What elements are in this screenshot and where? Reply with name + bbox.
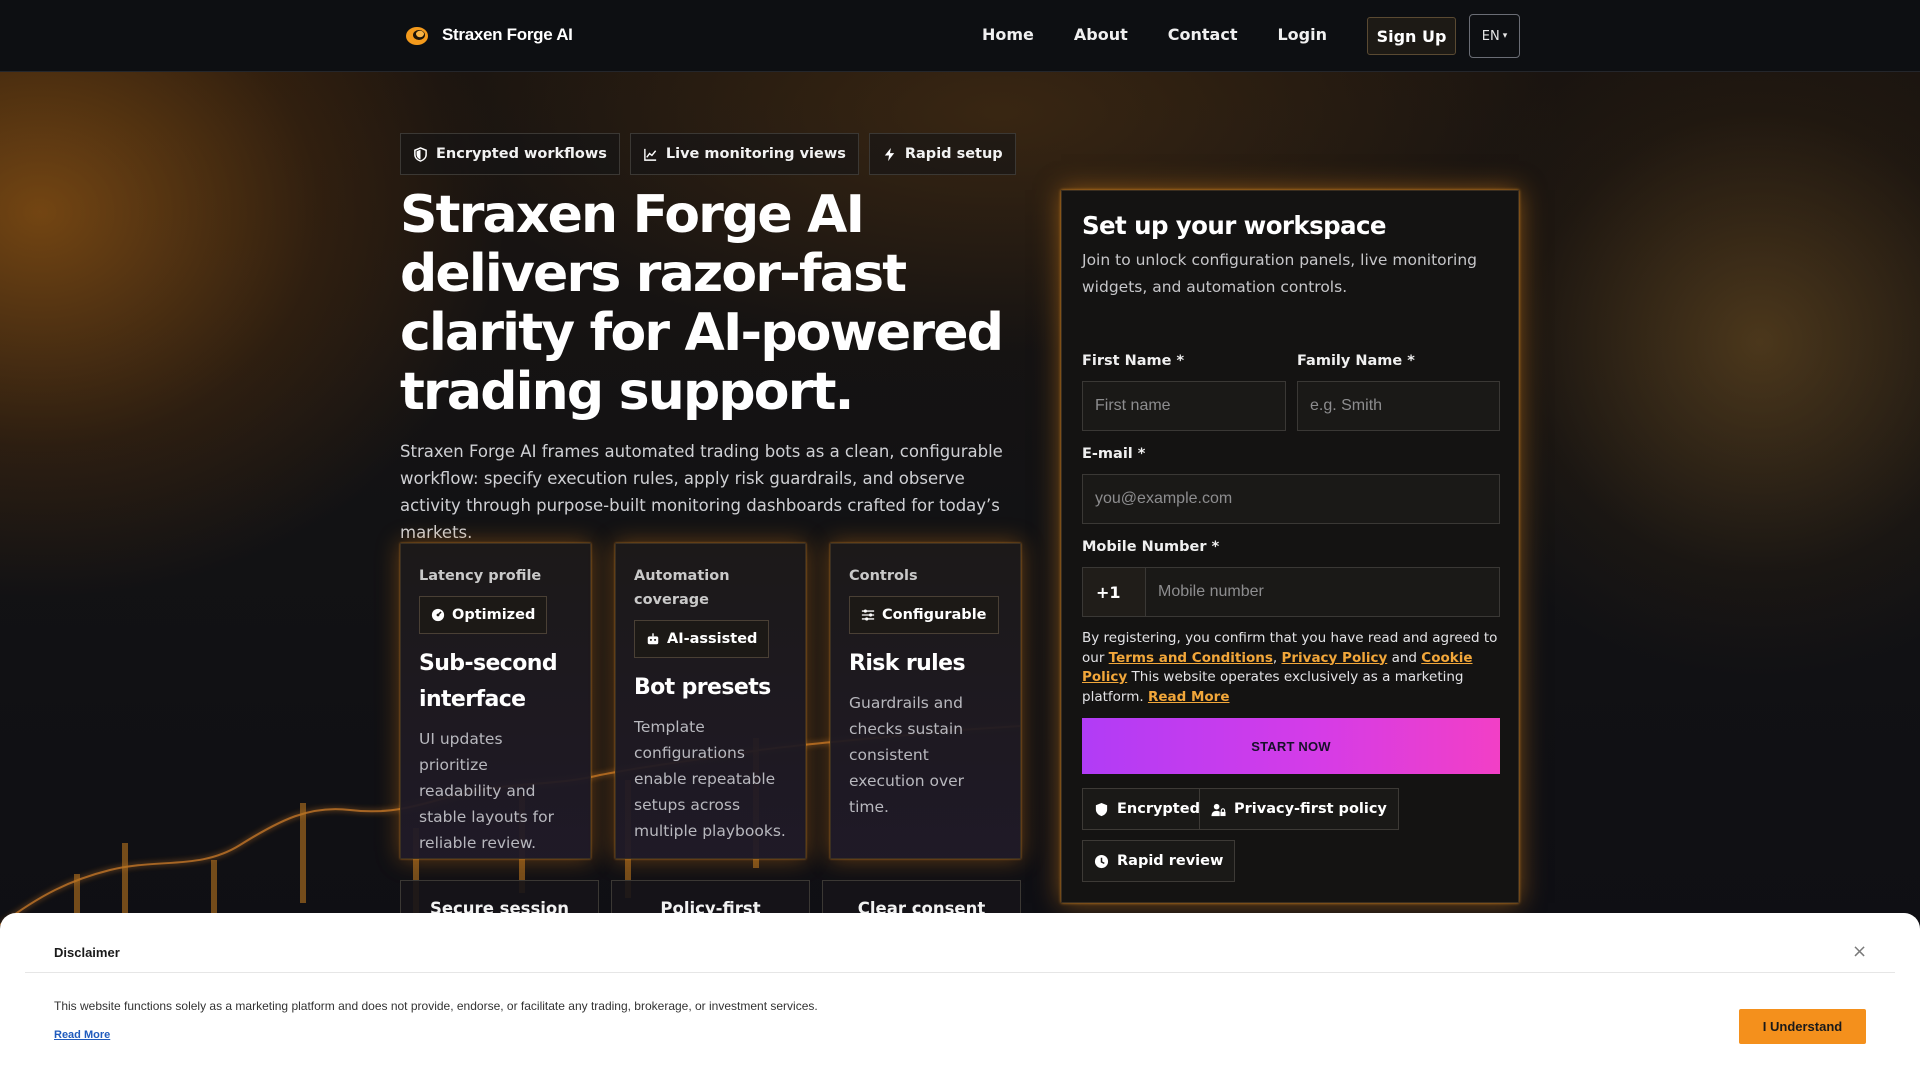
card-title: Risk rules bbox=[849, 651, 966, 676]
card-text: Template configurations enable repeatabl… bbox=[634, 718, 786, 840]
first-name-label: First Name * bbox=[1082, 353, 1185, 369]
brand[interactable]: Straxen Forge AI bbox=[404, 22, 573, 48]
feature-pills: Encrypted workflows Live monitoring view… bbox=[400, 133, 1016, 175]
form-subtitle: Join to unlock configuration panels, liv… bbox=[1082, 251, 1478, 296]
card-badge-label: Optimized bbox=[452, 607, 536, 623]
nav-link-login[interactable]: Login bbox=[1277, 17, 1327, 53]
card-text: Guardrails and checks sustain consistent… bbox=[849, 694, 965, 816]
consent-read-more-link[interactable]: Read More bbox=[1148, 689, 1230, 705]
card-badge: Optimized bbox=[419, 596, 548, 634]
pill-live-monitoring: Live monitoring views bbox=[629, 133, 859, 175]
pill-label: Rapid setup bbox=[904, 146, 1003, 162]
disclaimer-read-more-link[interactable]: Read More bbox=[54, 1029, 110, 1041]
gauge-icon bbox=[431, 608, 445, 622]
line-chart-icon bbox=[644, 148, 657, 161]
hero-title: Straxen Forge AI delivers razor-fast cla… bbox=[400, 185, 1004, 422]
lightning-icon bbox=[884, 147, 895, 161]
email-label: E-mail * bbox=[1082, 446, 1146, 462]
email-input[interactable] bbox=[1082, 474, 1500, 524]
trust-badge-rapid-review: Rapid review bbox=[1082, 840, 1236, 882]
nav-link-home[interactable]: Home bbox=[982, 17, 1034, 53]
sliders-icon bbox=[861, 609, 875, 621]
disclaimer-title: Disclaimer bbox=[54, 945, 120, 960]
mobile-input[interactable] bbox=[1145, 567, 1500, 617]
shield-icon bbox=[414, 146, 427, 162]
i-understand-button[interactable]: I Understand bbox=[1739, 1009, 1866, 1044]
terms-link[interactable]: Terms and Conditions bbox=[1109, 650, 1273, 666]
consent-and: and bbox=[1387, 649, 1422, 666]
language-selector[interactable]: EN ▾ bbox=[1469, 14, 1520, 58]
feature-card-latency: Latency profile Optimized Sub-second int… bbox=[400, 543, 591, 859]
chevron-down-icon: ▾ bbox=[1502, 31, 1508, 41]
disclaimer-modal: Disclaimer × This website functions sole… bbox=[0, 913, 1920, 1080]
trust-badge-label: Rapid review bbox=[1117, 853, 1224, 869]
card-label: Automation coverage bbox=[634, 568, 730, 608]
pill-label: Encrypted workflows bbox=[436, 146, 607, 162]
family-name-label: Family Name * bbox=[1297, 353, 1415, 369]
feature-card-controls: Controls Configurable Risk rules Guardra… bbox=[830, 543, 1021, 859]
top-navbar: Straxen Forge AI Home About Contact Logi… bbox=[0, 0, 1920, 72]
hero-description: Straxen Forge AI frames automated tradin… bbox=[400, 442, 1003, 542]
card-text: UI updates prioritize readability and st… bbox=[419, 730, 554, 852]
first-name-input[interactable] bbox=[1082, 381, 1286, 431]
signup-form-panel: Set up your workspace Join to unlock con… bbox=[1061, 190, 1519, 903]
pill-rapid-setup: Rapid setup bbox=[868, 133, 1016, 175]
card-label: Latency profile bbox=[419, 568, 542, 584]
trust-badge-privacy: Privacy-first policy bbox=[1199, 788, 1399, 830]
pill-label: Live monitoring views bbox=[665, 146, 846, 162]
disclaimer-text: This website functions solely as a marke… bbox=[54, 999, 818, 1013]
shield-icon bbox=[1095, 802, 1108, 816]
country-code-prefix[interactable]: +1 bbox=[1082, 567, 1146, 617]
card-label: Controls bbox=[849, 568, 918, 584]
brand-name: Straxen Forge AI bbox=[442, 25, 573, 44]
privacy-link[interactable]: Privacy Policy bbox=[1281, 650, 1387, 666]
trust-badge-label: Encrypted bbox=[1117, 801, 1200, 817]
nav-links: Home About Contact Login bbox=[982, 17, 1367, 53]
card-badge-label: AI-assisted bbox=[667, 631, 758, 647]
feature-cards: Latency profile Optimized Sub-second int… bbox=[400, 543, 1021, 859]
nav-link-contact[interactable]: Contact bbox=[1168, 17, 1238, 53]
mobile-label: Mobile Number * bbox=[1082, 539, 1220, 555]
card-badge: AI-assisted bbox=[634, 620, 770, 658]
signup-button[interactable]: Sign Up bbox=[1367, 17, 1456, 55]
user-lock-icon bbox=[1211, 803, 1226, 816]
clock-icon bbox=[1094, 854, 1109, 868]
family-name-input[interactable] bbox=[1297, 381, 1500, 431]
robot-icon bbox=[647, 633, 659, 645]
close-icon[interactable]: × bbox=[1852, 941, 1867, 962]
pill-encrypted-workflows: Encrypted workflows bbox=[400, 133, 620, 175]
consent-text-part: This website operates exclusively as a m… bbox=[1082, 669, 1464, 705]
trust-badge-label: Privacy-first policy bbox=[1234, 801, 1387, 817]
start-now-button[interactable]: START NOW bbox=[1082, 718, 1500, 774]
card-badge: Configurable bbox=[849, 596, 999, 634]
language-code: EN bbox=[1481, 28, 1500, 44]
card-title: Sub-second interface bbox=[419, 651, 558, 712]
card-badge-label: Configurable bbox=[882, 607, 987, 623]
disclaimer-divider bbox=[25, 972, 1895, 973]
trust-badge-encrypted: Encrypted bbox=[1082, 788, 1212, 830]
form-title: Set up your workspace bbox=[1082, 211, 1387, 240]
nav-link-about[interactable]: About bbox=[1074, 17, 1128, 53]
consent-text: By registering, you confirm that you hav… bbox=[1082, 629, 1502, 707]
orange-disc-logo-icon bbox=[406, 27, 428, 45]
card-title: Bot presets bbox=[634, 675, 771, 700]
feature-card-automation: Automation coverage AI-assisted Bot pres… bbox=[615, 543, 806, 859]
